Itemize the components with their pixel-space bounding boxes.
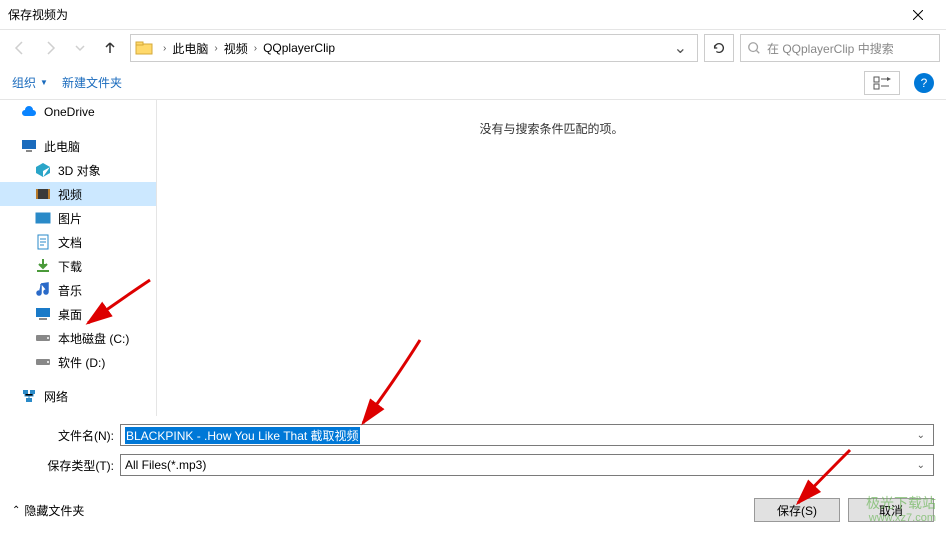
sidebar-item-video[interactable]: 视频	[0, 182, 156, 206]
refresh-button[interactable]	[704, 34, 734, 62]
help-button[interactable]: ?	[914, 73, 934, 93]
pc-icon	[20, 137, 38, 155]
downloads-icon	[34, 257, 52, 275]
sidebar[interactable]: OneDrive 此电脑 3D 对象 视频 图片 文档 下载 音乐	[0, 100, 157, 416]
sidebar-item-network[interactable]: 网络	[0, 384, 156, 408]
crumb-level2[interactable]: QQplayerClip	[261, 41, 337, 55]
chevron-right-icon[interactable]: ›	[159, 43, 170, 54]
savetype-label: 保存类型(T):	[12, 457, 120, 474]
pictures-icon	[34, 209, 52, 227]
footer: ⌃ 隐藏文件夹 保存(S) 取消	[0, 488, 946, 532]
crumb-root[interactable]: 此电脑	[170, 40, 210, 57]
sidebar-item-music[interactable]: 音乐	[0, 278, 156, 302]
sidebar-item-downloads[interactable]: 下载	[0, 254, 156, 278]
caret-icon: ⌃	[12, 505, 20, 516]
chevron-right-icon[interactable]: ›	[250, 43, 261, 54]
arrow-right-icon	[42, 40, 58, 56]
titlebar: 保存视频为	[0, 0, 946, 30]
search-input[interactable]: 在 QQplayerClip 中搜索	[740, 34, 940, 62]
sidebar-item-thispc[interactable]: 此电脑	[0, 134, 156, 158]
search-icon	[747, 41, 761, 55]
disk-icon	[34, 329, 52, 347]
crumb-level1[interactable]: 视频	[222, 40, 250, 57]
file-list-area[interactable]: 没有与搜索条件匹配的项。	[157, 100, 946, 416]
filename-input[interactable]: BLACKPINK - .How You Like That 截取视频 ⌄	[120, 424, 934, 446]
view-options-button[interactable]	[864, 71, 900, 95]
cloud-icon	[20, 103, 38, 121]
organize-menu[interactable]: 组织▼	[12, 74, 48, 91]
up-button[interactable]	[96, 34, 124, 62]
folder-icon	[135, 39, 153, 57]
search-placeholder: 在 QQplayerClip 中搜索	[767, 40, 894, 57]
window-title: 保存视频为	[8, 6, 898, 23]
desktop-icon	[34, 305, 52, 323]
new-folder-button[interactable]: 新建文件夹	[62, 74, 122, 91]
savetype-select[interactable]: All Files(*.mp3) ⌄	[120, 454, 934, 476]
arrow-left-icon	[12, 40, 28, 56]
breadcrumb-dropdown[interactable]: ⌄	[668, 38, 693, 58]
chevron-down-icon[interactable]: ⌄	[913, 430, 929, 441]
arrow-up-icon	[102, 40, 118, 56]
filename-value: BLACKPINK - .How You Like That 截取视频	[125, 427, 360, 444]
save-fields: 文件名(N): BLACKPINK - .How You Like That 截…	[0, 416, 946, 488]
savetype-value: All Files(*.mp3)	[125, 458, 206, 472]
save-button[interactable]: 保存(S)	[754, 498, 840, 522]
refresh-icon	[712, 41, 726, 55]
sidebar-item-desktop[interactable]: 桌面	[0, 302, 156, 326]
chevron-down-icon: ▼	[40, 78, 48, 87]
recent-button[interactable]	[66, 34, 94, 62]
close-icon	[913, 10, 923, 20]
filename-label: 文件名(N):	[12, 427, 120, 444]
forward-button[interactable]	[36, 34, 64, 62]
navigation-bar: › 此电脑 › 视频 › QQplayerClip ⌄ 在 QQplayerCl…	[0, 30, 946, 66]
breadcrumb[interactable]: › 此电脑 › 视频 › QQplayerClip ⌄	[130, 34, 698, 62]
cancel-button[interactable]: 取消	[848, 498, 934, 522]
music-icon	[34, 281, 52, 299]
chevron-right-icon[interactable]: ›	[210, 43, 221, 54]
sidebar-item-onedrive[interactable]: OneDrive	[0, 100, 156, 124]
hide-folders-toggle[interactable]: ⌃ 隐藏文件夹	[12, 502, 84, 519]
3d-icon	[34, 161, 52, 179]
empty-message: 没有与搜索条件匹配的项。	[479, 120, 623, 137]
sidebar-item-documents[interactable]: 文档	[0, 230, 156, 254]
sidebar-item-pictures[interactable]: 图片	[0, 206, 156, 230]
video-icon	[34, 185, 52, 203]
back-button[interactable]	[6, 34, 34, 62]
main-area: OneDrive 此电脑 3D 对象 视频 图片 文档 下载 音乐	[0, 100, 946, 416]
chevron-down-icon[interactable]: ⌄	[913, 460, 929, 471]
view-icon	[873, 76, 891, 90]
sidebar-item-disk-c[interactable]: 本地磁盘 (C:)	[0, 326, 156, 350]
documents-icon	[34, 233, 52, 251]
network-icon	[20, 387, 38, 405]
disk-icon	[34, 353, 52, 371]
help-icon: ?	[921, 76, 928, 90]
sidebar-item-3d[interactable]: 3D 对象	[0, 158, 156, 182]
sidebar-item-disk-d[interactable]: 软件 (D:)	[0, 350, 156, 374]
chevron-down-icon	[72, 40, 88, 56]
toolbar: 组织▼ 新建文件夹 ?	[0, 66, 946, 100]
close-button[interactable]	[898, 1, 938, 29]
